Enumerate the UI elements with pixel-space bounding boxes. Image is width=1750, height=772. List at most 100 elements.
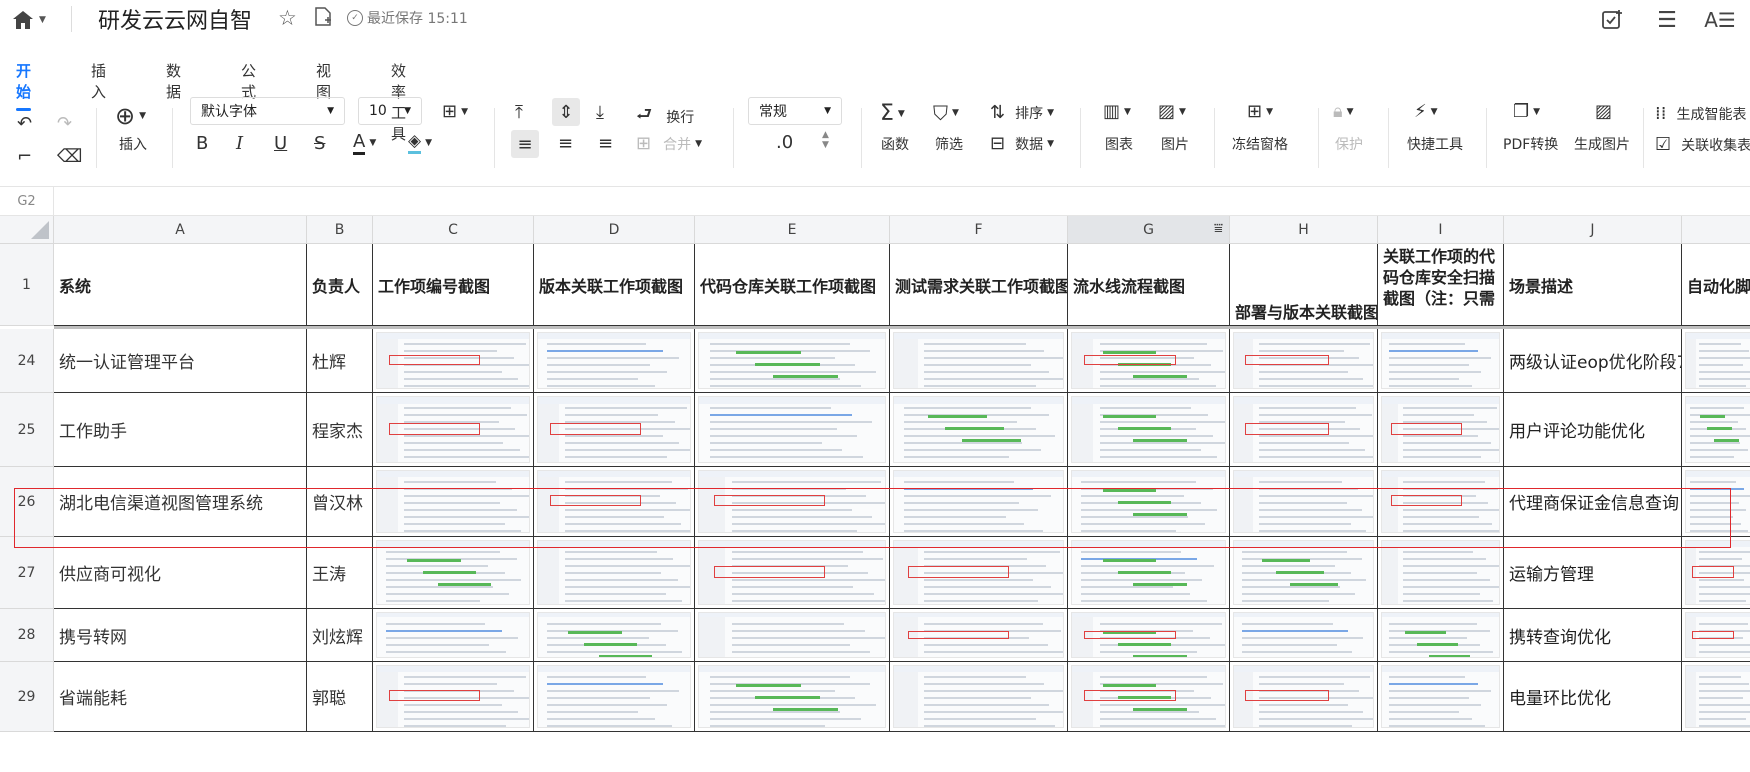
cell-screenshot[interactable] [695, 467, 890, 537]
cell-screenshot[interactable] [890, 393, 1068, 467]
cell-screenshot[interactable] [1682, 662, 1750, 732]
cell-screenshot[interactable] [695, 393, 890, 467]
decimal-stepper[interactable]: ▲ ▼ [822, 130, 829, 150]
header-cell-system[interactable]: 系统 [54, 244, 307, 326]
column-header-g[interactable]: G ⩸ [1068, 216, 1230, 244]
screenshot-thumbnail[interactable] [893, 665, 1064, 728]
cell-screenshot[interactable] [373, 467, 534, 537]
row-header-25[interactable]: 25 [0, 393, 54, 467]
quick-tools-button[interactable]: ⚡︎ ▼ [1414, 101, 1438, 122]
cell-scenario[interactable]: 用户评论功能优化 [1504, 393, 1682, 467]
freeze-panes-label[interactable]: 冻结窗格 [1232, 134, 1288, 154]
cell-screenshot[interactable] [890, 609, 1068, 662]
cell-screenshot[interactable] [1068, 662, 1230, 732]
undo-icon[interactable]: ↶ [17, 113, 32, 134]
cell-screenshot[interactable] [1378, 537, 1504, 609]
column-header-e[interactable]: E [695, 216, 890, 244]
screenshot-thumbnail[interactable] [376, 665, 530, 728]
format-painter-icon[interactable]: ⌐ [17, 146, 32, 167]
protect-button[interactable]: 🔒︎ ▼ [1333, 101, 1354, 122]
cell-screenshot[interactable] [373, 662, 534, 732]
column-header-i[interactable]: I [1378, 216, 1504, 244]
align-middle-icon[interactable]: ⇕ [552, 98, 580, 126]
bold-button[interactable]: B [196, 133, 208, 154]
cell-screenshot[interactable] [695, 662, 890, 732]
italic-button[interactable]: I [236, 133, 243, 154]
cell-scenario[interactable]: 代理商保证金信息查询 [1504, 467, 1682, 537]
function-button[interactable]: Σ ▼ [880, 101, 905, 126]
filter-label[interactable]: 筛选 [935, 134, 963, 154]
cell-screenshot[interactable] [695, 609, 890, 662]
screenshot-thumbnail[interactable] [1233, 470, 1374, 533]
screenshot-thumbnail[interactable] [893, 396, 1064, 463]
cell-screenshot[interactable] [1068, 329, 1230, 393]
select-all-corner[interactable] [0, 216, 54, 244]
screenshot-thumbnail[interactable] [376, 612, 530, 658]
cell-screenshot[interactable] [890, 537, 1068, 609]
data-button[interactable]: ⊟ 数据 ▼ [990, 133, 1054, 154]
header-cell-owner[interactable]: 负责人 [307, 244, 373, 326]
cell-screenshot[interactable] [1230, 393, 1378, 467]
align-center-icon[interactable]: ≡ [558, 133, 573, 154]
screenshot-thumbnail[interactable] [1071, 540, 1226, 605]
column-header-h[interactable]: H [1230, 216, 1378, 244]
cell-owner[interactable]: 郭聪 [307, 662, 373, 732]
screenshot-thumbnail[interactable] [1071, 396, 1226, 463]
cell-system[interactable]: 工作助手 [54, 393, 307, 467]
insert-label[interactable]: 插入 [119, 134, 147, 154]
cell-screenshot[interactable] [1068, 537, 1230, 609]
cell-reference[interactable]: G2 [0, 187, 54, 215]
cell-system[interactable]: 供应商可视化 [54, 537, 307, 609]
row-header-24[interactable]: 24 [0, 329, 54, 393]
cell-system[interactable]: 省端能耗 [54, 662, 307, 732]
screenshot-thumbnail[interactable] [893, 540, 1064, 605]
fill-color-button[interactable]: ◈ ▼ [408, 131, 432, 154]
align-right-icon[interactable]: ≡ [598, 133, 613, 154]
header-cell-scenario[interactable]: 场景描述 [1504, 244, 1682, 326]
screenshot-thumbnail[interactable] [537, 470, 691, 533]
cell-owner[interactable]: 杜辉 [307, 329, 373, 393]
freeze-panes-button[interactable]: ⊞ ▼ [1247, 101, 1273, 122]
header-cell-version[interactable]: 版本关联工作项截图 [534, 244, 695, 326]
screenshot-thumbnail[interactable] [1685, 332, 1750, 389]
cell-screenshot[interactable] [695, 329, 890, 393]
wrap-text-button[interactable]: ⮐ 换行 [636, 102, 694, 132]
cell-screenshot[interactable] [890, 329, 1068, 393]
screenshot-thumbnail[interactable] [1233, 540, 1374, 605]
cell-owner[interactable]: 程家杰 [307, 393, 373, 467]
screenshot-thumbnail[interactable] [1071, 332, 1226, 389]
cell-screenshot[interactable] [1230, 609, 1378, 662]
header-cell-test[interactable]: 测试需求关联工作项截图 [890, 244, 1068, 326]
star-icon[interactable]: ☆ [278, 6, 297, 30]
header-cell-pipeline[interactable]: 流水线流程截图 [1068, 244, 1230, 326]
cell-screenshot[interactable] [534, 662, 695, 732]
screenshot-thumbnail[interactable] [537, 396, 691, 463]
screenshot-thumbnail[interactable] [893, 332, 1064, 389]
filter-menu-icon[interactable]: ⩸ [1214, 219, 1223, 237]
screenshot-thumbnail[interactable] [698, 540, 886, 605]
cell-owner[interactable]: 王涛 [307, 537, 373, 609]
row-header-29[interactable]: 29 [0, 662, 54, 732]
column-header-d[interactable]: D [534, 216, 695, 244]
cell-screenshot[interactable] [373, 609, 534, 662]
filter-button[interactable]: ⛉ ▼ [933, 101, 959, 125]
cell-scenario[interactable]: 电量环比优化 [1504, 662, 1682, 732]
border-button[interactable]: ⊞ ▼ [442, 101, 468, 122]
cell-screenshot[interactable] [1230, 329, 1378, 393]
underline-button[interactable]: U [274, 133, 287, 154]
align-bottom-icon[interactable]: ⤓ [596, 102, 604, 123]
row-header-26[interactable]: 26 [0, 467, 54, 537]
screenshot-thumbnail[interactable] [1685, 396, 1750, 463]
chart-button[interactable]: ▥ ▼ [1103, 101, 1131, 122]
row-header-27[interactable]: 27 [0, 537, 54, 609]
strikethrough-button[interactable]: S [314, 133, 325, 154]
sort-button[interactable]: ⇅ 排序 ▼ [990, 102, 1054, 123]
screenshot-thumbnail[interactable] [698, 665, 886, 728]
column-header-j[interactable]: J [1504, 216, 1682, 244]
screenshot-thumbnail[interactable] [1685, 470, 1750, 533]
screenshot-thumbnail[interactable] [537, 665, 691, 728]
cell-scenario[interactable]: 运输方管理 [1504, 537, 1682, 609]
screenshot-thumbnail[interactable] [376, 332, 530, 389]
screenshot-thumbnail[interactable] [376, 540, 530, 605]
column-header-c[interactable]: C [373, 216, 534, 244]
